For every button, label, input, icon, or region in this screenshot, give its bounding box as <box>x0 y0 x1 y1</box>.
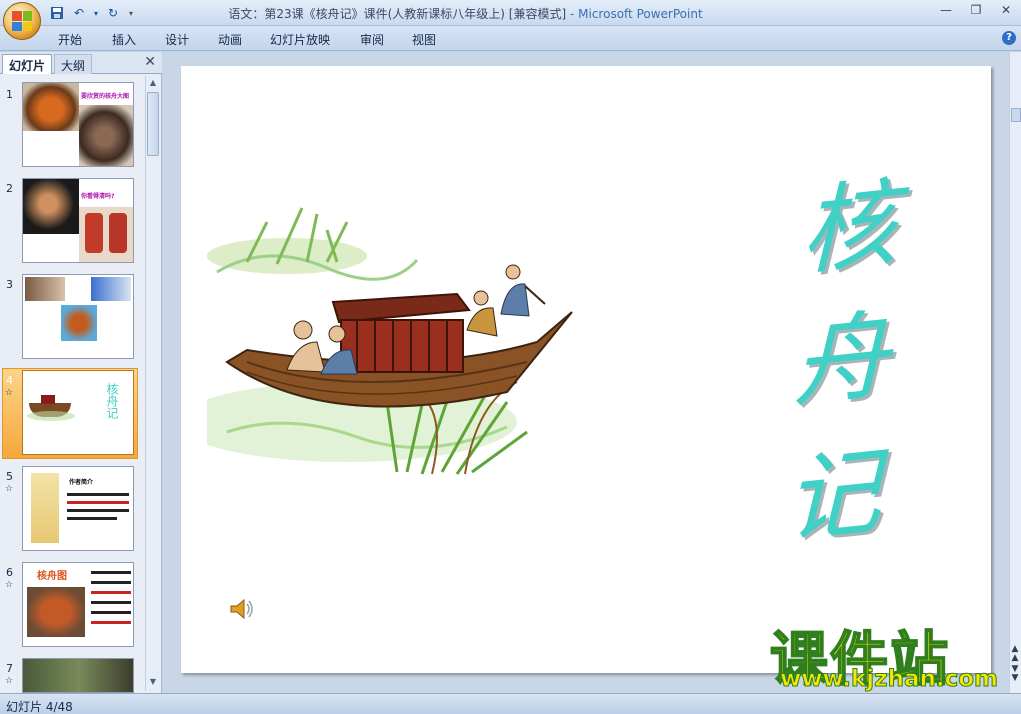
office-logo-icon <box>12 11 32 31</box>
office-button[interactable] <box>3 2 41 40</box>
restore-icon[interactable]: ❐ <box>967 3 985 17</box>
slide-thumbnail-5[interactable]: 作者简介 <box>22 466 134 551</box>
slide-navigation: ▲ ▲ ▼ ▼ <box>1009 645 1021 683</box>
status-bar: 幻灯片 4/48 <box>0 693 1021 714</box>
animation-star-icon: ☆ <box>5 388 14 398</box>
slide-number: 5 <box>6 470 13 483</box>
previous-slide-icon[interactable]: ▲ ▲ <box>1009 645 1021 663</box>
slide-editing-area: 核 舟 记 <box>163 52 1009 693</box>
app-name: - Microsoft PowerPoint <box>570 7 703 21</box>
slide-thumbnail-4[interactable]: 核舟记 <box>22 370 134 455</box>
scroll-thumb[interactable] <box>147 92 159 156</box>
panel-close-icon[interactable]: ✕ <box>144 54 156 70</box>
tab-outline[interactable]: 大纲 <box>54 54 93 74</box>
current-slide[interactable]: 核 舟 记 <box>181 66 991 673</box>
next-slide-icon[interactable]: ▼ ▼ <box>1009 665 1021 683</box>
close-icon[interactable]: ✕ <box>997 3 1015 17</box>
thumb-text: 核舟记 <box>105 383 119 419</box>
tab-slideshow[interactable]: 幻灯片放映 <box>270 31 330 48</box>
sound-icon[interactable] <box>229 598 255 620</box>
slide-thumbnail-2[interactable]: 你看得清吗? <box>22 178 134 263</box>
thumb-text: 作者简介 <box>69 479 94 486</box>
tab-animations[interactable]: 动画 <box>218 31 242 48</box>
slide-scrollbar[interactable] <box>1009 52 1021 693</box>
scroll-up-icon[interactable]: ▲ <box>147 78 159 90</box>
slide-thumbnail-3[interactable] <box>22 274 134 359</box>
slide-thumbnail-7[interactable] <box>22 658 134 693</box>
slide-number: 1 <box>6 88 13 101</box>
panel-tabs: 幻灯片 大纲 ✕ <box>0 52 162 74</box>
slide-number: 3 <box>6 278 13 291</box>
tab-home[interactable]: 开始 <box>58 31 82 48</box>
thumb-text: 你看得清吗? <box>81 193 115 200</box>
animation-star-icon: ☆ <box>5 580 14 590</box>
help-icon[interactable]: ? <box>1002 31 1016 45</box>
slide-title-char-2: 舟 <box>793 298 889 422</box>
scroll-down-icon[interactable]: ▼ <box>147 677 159 689</box>
minimize-icon[interactable]: — <box>937 3 955 17</box>
slide-number: 7 <box>6 662 13 675</box>
animation-star-icon: ☆ <box>5 676 14 686</box>
slide-number: 6 <box>6 566 13 579</box>
tab-slides[interactable]: 幻灯片 <box>2 54 53 74</box>
slide-number: 4 <box>6 374 13 387</box>
slide-thumbnail-1[interactable]: 要欣赏的核舟大图 <box>22 82 134 167</box>
slide-title-char-1: 核 <box>801 166 897 290</box>
document-title: 语文：第23课《核舟记》课件(人教新课标八年级上) [兼容模式] <box>228 7 567 21</box>
slide-thumbnail-6[interactable]: 核舟图 <box>22 562 134 647</box>
slide-title-char-3: 记 <box>785 434 881 558</box>
watermark-url: www.kjzhan.com <box>780 666 999 693</box>
slides-panel: 幻灯片 大纲 ✕ 1 要欣赏的核舟大图 2 你看得清吗? 3 4 ☆ 核舟记 5… <box>0 52 162 693</box>
title-bar: ↶ ▾ ↻ ▾ 语文：第23课《核舟记》课件(人教新课标八年级上) [兼容模式]… <box>0 0 1021 26</box>
tab-review[interactable]: 审阅 <box>360 31 384 48</box>
slide-indicator: 幻灯片 4/48 <box>6 700 73 714</box>
ribbon-tabs: 开始 插入 设计 动画 幻灯片放映 审阅 视图 ? <box>0 26 1021 51</box>
thumb-text: 核舟图 <box>37 571 67 582</box>
animation-star-icon: ☆ <box>5 484 14 494</box>
slide-number: 2 <box>6 182 13 195</box>
thumb-text: 要欣赏的核舟大图 <box>81 93 130 100</box>
tab-insert[interactable]: 插入 <box>112 31 136 48</box>
window-title: 语文：第23课《核舟记》课件(人教新课标八年级上) [兼容模式] - Micro… <box>0 5 931 22</box>
window-controls: — ❐ ✕ <box>937 3 1015 17</box>
slide-scroll-thumb[interactable] <box>1011 108 1021 122</box>
tab-design[interactable]: 设计 <box>165 31 189 48</box>
boat-illustration <box>207 207 573 475</box>
tab-view[interactable]: 视图 <box>412 31 436 48</box>
panel-scrollbar[interactable]: ▲ ▼ <box>145 76 159 691</box>
